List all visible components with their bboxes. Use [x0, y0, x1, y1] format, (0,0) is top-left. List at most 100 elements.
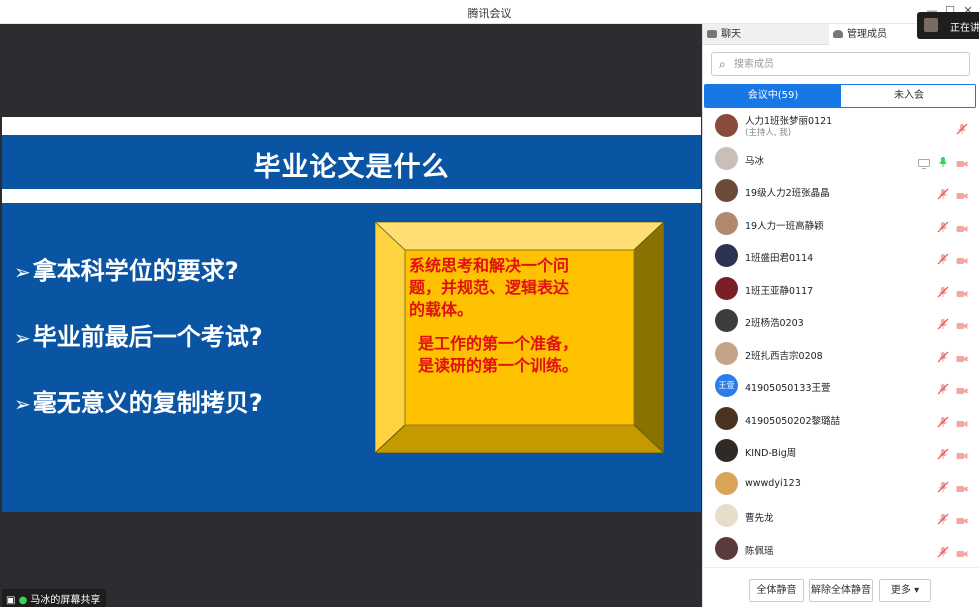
member-row[interactable]: 19级人力2班张晶晶 — [703, 175, 979, 207]
mic-off-icon[interactable] — [937, 380, 949, 395]
camera-off-icon[interactable] — [956, 381, 968, 394]
slide-bullet: ➢毕业前最后一个考试? — [14, 323, 263, 351]
avatar — [715, 471, 738, 495]
member-name: 41905050202黎璐喆 — [745, 415, 840, 427]
member-row[interactable]: wwwdyi123 — [703, 468, 979, 500]
mic-off-icon[interactable] — [937, 250, 949, 265]
mic-off-icon[interactable] — [937, 445, 949, 460]
member-row[interactable]: 1班王亚静0117 — [703, 273, 979, 305]
definition-box: 系统思考和解决一个问 题，并规范、逻辑表达 的载体。 是工作的第一个准备， 是读… — [373, 220, 666, 455]
member-name: 19级人力2班张晶晶 — [745, 188, 830, 199]
avatar — [924, 18, 938, 32]
member-row[interactable]: 2班扎西吉宗0208 — [703, 338, 979, 370]
tab-not-joined[interactable]: 未入会 — [841, 85, 975, 107]
avatar — [715, 341, 738, 365]
box-line: 系统思考和解决一个问 — [409, 256, 570, 275]
member-row[interactable]: 曹先龙 — [703, 500, 979, 532]
camera-off-icon[interactable] — [956, 349, 968, 362]
slide: 毕业论文是什么 ➢拿本科学位的要求? ➢毕业前最后一个考试? ➢毫无意义的复制拷… — [2, 117, 701, 512]
camera-off-icon[interactable] — [956, 446, 968, 459]
mic-icon: ● — [18, 595, 28, 606]
member-row[interactable]: 王萱 41905050133王萱 — [703, 370, 979, 402]
side-panel: 聊天 管理成员 ⌕ 会议中(59) 未入会 人力1班张梦丽0121(主持人, 我… — [702, 24, 979, 607]
member-role: (主持人, 我) — [745, 128, 792, 138]
member-row[interactable]: KIND-Big周 — [703, 435, 979, 467]
member-name: 陈佩瑶 — [745, 545, 774, 557]
box-line: 是工作的第一个准备， — [418, 334, 579, 353]
shared-screen: 毕业论文是什么 ➢拿本科学位的要求? ➢毕业前最后一个考试? ➢毫无意义的复制拷… — [0, 24, 702, 607]
avatar — [715, 211, 738, 235]
mic-off-icon[interactable] — [956, 120, 968, 135]
avatar — [715, 276, 738, 300]
avatar — [715, 309, 738, 332]
camera-off-icon[interactable] — [956, 511, 968, 524]
mic-off-icon[interactable] — [937, 283, 949, 297]
caret-down-icon: ▾ — [914, 585, 920, 596]
mic-off-icon[interactable] — [937, 413, 949, 427]
member-name: 1班盛田君0114 — [745, 253, 814, 264]
member-name: 2班扎西吉宗0208 — [745, 350, 823, 362]
member-name: 人力1班张梦丽0121 — [745, 116, 833, 127]
member-name: 马冰 — [745, 155, 765, 167]
mic-off-icon[interactable] — [937, 543, 949, 557]
avatar: 王萱 — [715, 374, 738, 397]
camera-off-icon[interactable] — [956, 251, 968, 264]
camera-off-icon[interactable] — [956, 219, 968, 232]
person-icon — [833, 30, 843, 38]
tab-in-meeting[interactable]: 会议中(59) — [705, 85, 841, 107]
camera-off-icon[interactable] — [956, 544, 968, 557]
mic-on-icon[interactable] — [937, 153, 949, 167]
search-input[interactable] — [734, 57, 954, 71]
slide-title: 毕业论文是什么 — [253, 152, 450, 183]
camera-off-icon[interactable] — [956, 154, 968, 167]
speaking-indicator: 正在讲话 — [917, 12, 979, 39]
member-name: 1班王亚静0117 — [745, 285, 814, 297]
mic-off-icon[interactable] — [937, 185, 949, 200]
avatar — [715, 406, 738, 430]
arrow-icon: ➢ — [14, 392, 31, 416]
camera-off-icon[interactable] — [956, 414, 968, 427]
member-name: wwwdyi123 — [745, 477, 801, 489]
box-line: 的载体。 — [409, 300, 474, 319]
member-name: 19人力一班高静颖 — [745, 220, 824, 232]
member-list: 人力1班张梦丽0121 (主持人, 我) 马冰 19级人力2班张晶晶 19人力一班高静颖… — [703, 110, 979, 567]
title-bar: 腾讯会议 — ☐ ✕ — [0, 0, 979, 24]
speaking-label: 正在讲话 — [950, 23, 979, 34]
slide-bullet: ➢拿本科学位的要求? — [14, 257, 239, 285]
member-row[interactable]: 马冰 — [703, 143, 979, 175]
member-search[interactable]: ⌕ — [711, 52, 970, 76]
camera-off-icon[interactable] — [956, 479, 968, 492]
arrow-icon: ➢ — [14, 326, 31, 350]
member-row[interactable]: 19人力一班高静颖 — [703, 208, 979, 240]
mic-off-icon[interactable] — [937, 315, 949, 330]
avatar — [715, 439, 738, 462]
box-text: 系统思考和解决一个问 题，并规范、逻辑表达 的载体。 是工作的第一个准备， 是读… — [409, 255, 578, 377]
avatar — [715, 114, 738, 137]
box-line: 题，并规范、逻辑表达 — [409, 278, 570, 297]
mic-off-icon[interactable] — [937, 478, 949, 492]
more-button[interactable]: 更多 ▾ — [879, 579, 931, 602]
search-icon: ⌕ — [719, 57, 726, 71]
camera-off-icon[interactable] — [956, 186, 968, 199]
mic-off-icon[interactable] — [937, 510, 949, 525]
camera-off-icon[interactable] — [956, 284, 968, 297]
member-segments: 会议中(59) 未入会 — [704, 84, 976, 108]
chat-icon — [707, 30, 717, 38]
member-name: 41905050133王萱 — [745, 383, 831, 394]
mute-all-button[interactable]: 全体静音 — [749, 579, 804, 602]
mic-off-icon[interactable] — [937, 218, 949, 232]
member-row[interactable]: 2班杨浩0203 — [703, 305, 979, 337]
member-row[interactable]: 人力1班张梦丽0121 (主持人, 我) — [703, 110, 979, 142]
avatar — [715, 504, 738, 527]
mic-off-icon[interactable] — [937, 348, 949, 362]
screen-icon: ▣ — [6, 595, 16, 606]
camera-off-icon[interactable] — [956, 316, 968, 329]
member-row[interactable]: 1班盛田君0114 — [703, 240, 979, 272]
panel-footer: 全体静音 解除全体静音 更多 ▾ — [703, 567, 979, 607]
slide-bullet: ➢毫无意义的复制拷贝? — [14, 389, 263, 417]
member-row[interactable]: 41905050202黎璐喆 — [703, 403, 979, 435]
tab-chat[interactable]: 聊天 — [703, 24, 829, 45]
unmute-all-button[interactable]: 解除全体静音 — [809, 579, 873, 602]
member-row[interactable]: 陈佩瑶 — [703, 533, 979, 565]
window-title: 腾讯会议 — [467, 7, 512, 20]
